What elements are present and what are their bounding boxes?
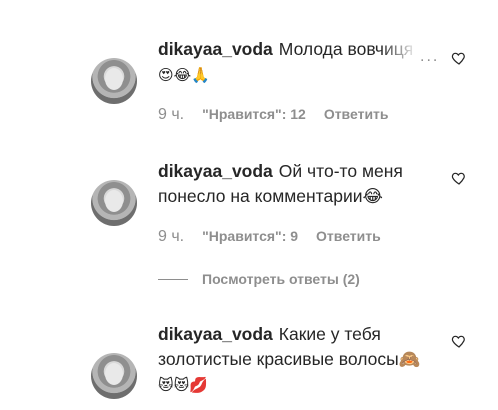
- avatar[interactable]: [91, 353, 137, 399]
- likes-count[interactable]: "Нравится": 9: [202, 228, 298, 244]
- more-options-button[interactable]: ...: [416, 48, 440, 66]
- avatar[interactable]: [91, 58, 137, 104]
- heart-icon[interactable]: [451, 333, 467, 349]
- comment-meta: 9 ч. "Нравится": 12 Ответить: [158, 106, 389, 124]
- heart-icon[interactable]: [451, 50, 467, 66]
- comment-text: dikayaa_voda Ой что-то меня понесло на ко…: [158, 159, 440, 209]
- view-replies-label: Посмотреть ответы (2): [202, 271, 360, 287]
- comment-emoji: 😍😂🙏: [158, 66, 210, 84]
- likes-count[interactable]: "Нравится": 12: [202, 106, 306, 122]
- view-replies-button[interactable]: Посмотреть ответы (2): [158, 271, 360, 287]
- text-fade: [380, 40, 418, 62]
- divider-line: [158, 278, 188, 280]
- comment-time[interactable]: 9 ч.: [158, 228, 184, 246]
- comment-username[interactable]: dikayaa_voda: [158, 324, 273, 344]
- comment-username[interactable]: dikayaa_voda: [158, 161, 273, 181]
- avatar[interactable]: [91, 180, 137, 226]
- comment-time[interactable]: 9 ч.: [158, 106, 184, 124]
- comment-username[interactable]: dikayaa_voda: [158, 39, 273, 59]
- comment-meta: 9 ч. "Нравится": 9 Ответить: [158, 228, 381, 246]
- reply-button[interactable]: Ответить: [316, 228, 381, 244]
- heart-icon[interactable]: [451, 170, 467, 186]
- reply-button[interactable]: Ответить: [324, 106, 389, 122]
- comment-emoji: 😻😻💋: [158, 376, 208, 394]
- comment-text: dikayaa_voda Какие у тебя золотистые крас…: [158, 322, 440, 398]
